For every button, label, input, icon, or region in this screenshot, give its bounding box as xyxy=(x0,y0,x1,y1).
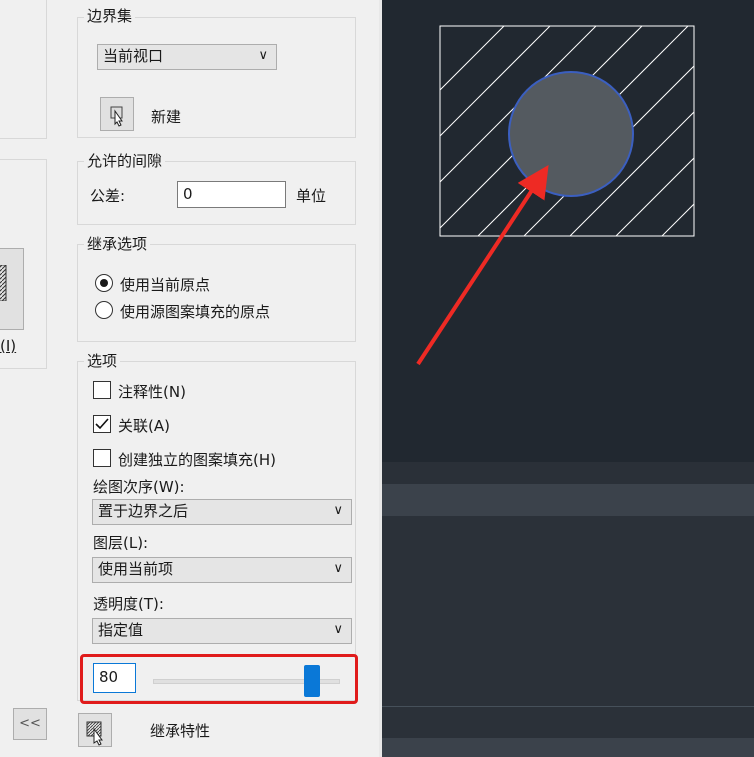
use-current-origin-radio[interactable] xyxy=(95,274,113,292)
chevron-down-icon: ∨ xyxy=(333,503,343,518)
drawing-bottom-band-1 xyxy=(382,462,754,484)
new-boundary-set-button[interactable] xyxy=(100,97,134,131)
inherit-options-group xyxy=(77,244,356,342)
options-group xyxy=(77,361,356,701)
associative-label: 关联(A) xyxy=(118,417,170,435)
hatch-pattern-icon xyxy=(0,265,7,301)
draw-order-select[interactable]: 置于边界之后 ∨ xyxy=(92,499,352,525)
new-boundary-set-label: 新建 xyxy=(151,108,182,126)
inherit-properties-button[interactable] xyxy=(78,713,112,747)
checkmark-icon xyxy=(95,418,109,430)
tolerance-unit-label: 单位 xyxy=(296,187,327,205)
layer-label: 图层(L): xyxy=(93,534,149,552)
draw-order-label: 绘图次序(W): xyxy=(93,478,185,496)
command-area[interactable] xyxy=(382,516,754,706)
left-partial-label: (I) xyxy=(0,337,17,355)
separate-hatch-label: 创建独立的图案填充(H) xyxy=(118,451,276,469)
transparency-label: 透明度(T): xyxy=(93,595,164,613)
tolerance-label: 公差: xyxy=(90,187,126,205)
hatched-circle xyxy=(508,71,634,197)
boundary-set-title: 边界集 xyxy=(84,7,136,25)
drawing-bottom-band-2 xyxy=(382,484,754,516)
boundary-set-select[interactable]: 当前视口 ∨ xyxy=(97,44,277,70)
chevron-down-icon: ∨ xyxy=(333,561,343,576)
chevron-down-icon: ∨ xyxy=(333,622,343,637)
separate-hatch-checkbox[interactable] xyxy=(93,449,111,467)
transparency-amount-input[interactable]: 80 xyxy=(93,663,136,693)
use-source-origin-label: 使用源图案填充的原点 xyxy=(120,303,271,321)
tolerance-input[interactable]: 0 xyxy=(177,181,286,208)
transparency-value: 指定值 xyxy=(98,621,144,639)
annotation-arrow xyxy=(416,164,549,366)
collapse-button[interactable]: << xyxy=(13,708,47,740)
gap-tolerance-title: 允许的间隙 xyxy=(84,152,166,170)
draw-order-value: 置于边界之后 xyxy=(98,502,189,520)
layer-value: 使用当前项 xyxy=(98,560,174,578)
options-title: 选项 xyxy=(84,352,121,370)
transparency-slider-thumb[interactable] xyxy=(304,665,320,697)
inherit-options-title: 继承选项 xyxy=(84,235,151,253)
hatch-pattern-swatch-button[interactable] xyxy=(0,248,24,330)
status-bar xyxy=(382,738,754,757)
select-objects-icon xyxy=(110,106,123,127)
use-source-origin-radio[interactable] xyxy=(95,301,113,319)
transparency-select[interactable]: 指定值 ∨ xyxy=(92,618,352,644)
annotative-label: 注释性(N) xyxy=(118,383,186,401)
boundary-set-value: 当前视口 xyxy=(103,47,164,65)
command-line[interactable] xyxy=(382,706,754,738)
inherit-properties-icon xyxy=(86,721,103,746)
chevron-down-icon: ∨ xyxy=(258,48,268,63)
drawing-canvas xyxy=(416,25,695,366)
associative-checkbox[interactable] xyxy=(93,415,111,433)
drawing-area[interactable] xyxy=(382,0,754,462)
use-current-origin-label: 使用当前原点 xyxy=(120,276,211,294)
layer-select[interactable]: 使用当前项 ∨ xyxy=(92,557,352,583)
annotative-checkbox[interactable] xyxy=(93,381,111,399)
left-partial-frame-top xyxy=(0,0,47,139)
inherit-properties-label: 继承特性 xyxy=(150,722,211,740)
